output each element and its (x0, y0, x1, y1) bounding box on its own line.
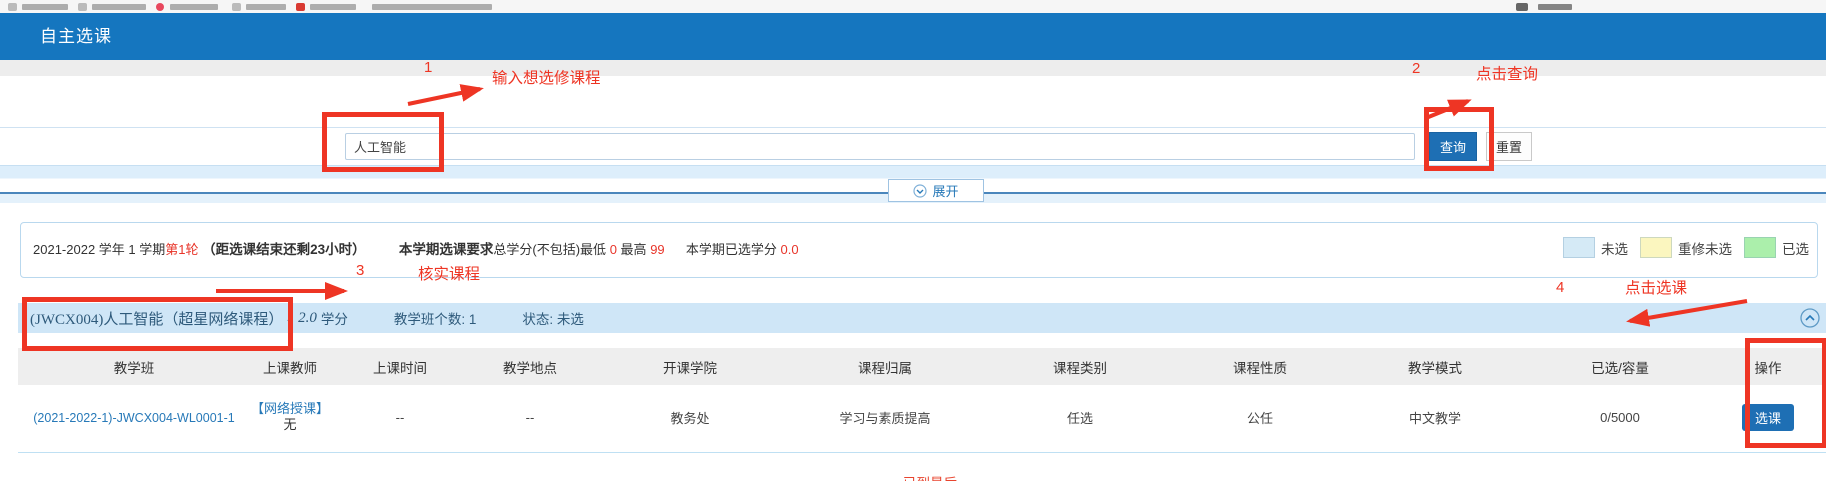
table-bottom-border (18, 452, 1826, 453)
annotation-step1-label: 输入想选修课程 (492, 66, 601, 88)
legend-item-selected: 已选 (1744, 237, 1809, 258)
max-label: 最高 (621, 242, 647, 257)
annotation-step2-label: 点击查询 (1476, 62, 1538, 84)
class-nature: 公任 (1180, 385, 1340, 449)
status-legend: 未选 重修未选 已选 (1563, 237, 1809, 258)
teacher-name: 无 (251, 417, 329, 433)
class-affiliation: 学习与素质提高 (790, 385, 980, 449)
course-credits-unit: 学分 (321, 308, 348, 328)
col-category: 课程类别 (980, 348, 1180, 385)
course-search-input[interactable] (345, 133, 1415, 160)
annotation-step1-number: 1 (424, 59, 432, 76)
requirement-label: 本学期选课要求 (399, 242, 494, 257)
expand-toggle[interactable]: 展开 (888, 179, 984, 202)
table-header-row: 教学班 上课教师 上课时间 教学地点 开课学院 课程归属 课程类别 课程性质 教… (18, 348, 1826, 385)
page-title: 自主选课 (40, 22, 112, 47)
course-selection-page: 自主选课 查询 重置 展开 2021-2022 学年 1 学期第1轮 （距选课结… (0, 0, 1826, 481)
browser-bookmarks-bar (0, 0, 1826, 13)
annotation-step3-number: 3 (356, 262, 364, 279)
bookmark-item[interactable] (22, 4, 68, 10)
semester-info-panel: 2021-2022 学年 1 学期第1轮 （距选课结束还剩23小时） 本学期选课… (20, 222, 1818, 278)
bookmark-item[interactable] (170, 4, 218, 10)
legend-swatch-unselected (1563, 237, 1595, 258)
selected-credits-value: 0.0 (781, 242, 799, 257)
countdown-text: （距选课结束还剩23小时） (202, 242, 366, 257)
min-credits: 0 (610, 242, 617, 257)
class-capacity: 0/5000 (1530, 385, 1710, 449)
class-location: -- (470, 385, 590, 449)
annotation-step2-number: 2 (1412, 60, 1420, 77)
annotation-box-select (1745, 338, 1826, 448)
col-teacher: 上课教师 (250, 348, 330, 385)
col-affiliation: 课程归属 (790, 348, 980, 385)
annotation-box-course (22, 297, 293, 351)
bookmark-item[interactable] (372, 4, 492, 10)
round-text: 第1轮 (165, 242, 198, 257)
annotation-step3-label: 核实课程 (418, 262, 480, 284)
subheader-strip (0, 60, 1826, 76)
requirement-rest: 总学分(不包括)最低 (493, 242, 606, 257)
class-code-link[interactable]: (2021-2022-1)-JWCX004-WL0001-1 (33, 411, 234, 425)
legend-swatch-selected (1744, 237, 1776, 258)
annotation-box-query (1424, 107, 1494, 171)
class-table: 教学班 上课教师 上课时间 教学地点 开课学院 课程归属 课程类别 课程性质 教… (18, 348, 1826, 449)
class-time: -- (330, 385, 470, 449)
bookmark-favicon-dot[interactable] (156, 3, 164, 11)
annotation-step4-number: 4 (1556, 279, 1564, 296)
app-header: 自主选课 (0, 13, 1826, 60)
browser-toolbar-icon[interactable] (1516, 3, 1528, 11)
bookmark-favicon-red[interactable] (296, 3, 305, 11)
browser-toolbar-item[interactable] (1538, 4, 1572, 10)
class-mode: 中文教学 (1340, 385, 1530, 449)
course-credits: 2.0 (298, 310, 317, 327)
bookmark-folder-icon[interactable] (8, 3, 17, 11)
form-top-border (0, 127, 1826, 128)
annotation-step4-label: 点击选课 (1625, 276, 1687, 298)
selected-credits-label: 本学期已选学分 (686, 242, 777, 257)
col-nature: 课程性质 (1180, 348, 1340, 385)
col-capacity: 已选/容量 (1530, 348, 1710, 385)
semester-info-text: 2021-2022 学年 1 学期第1轮 （距选课结束还剩23小时） 本学期选课… (33, 238, 799, 258)
col-mode: 教学模式 (1340, 348, 1530, 385)
col-class: 教学班 (18, 348, 250, 385)
col-college: 开课学院 (590, 348, 790, 385)
legend-swatch-retake (1640, 237, 1672, 258)
legend-item-unselected: 未选 (1563, 237, 1628, 258)
term-text: 2021-2022 学年 1 学期 (33, 242, 165, 257)
col-location: 教学地点 (470, 348, 590, 385)
bookmark-item[interactable] (92, 4, 146, 10)
annotation-box-input (322, 112, 444, 172)
legend-item-retake: 重修未选 (1640, 237, 1732, 258)
collapse-panel-icon[interactable] (1800, 308, 1820, 328)
expand-toggle-label: 展开 (932, 181, 958, 200)
class-count: 教学班个数: 1 (394, 308, 477, 328)
bookmark-item[interactable] (310, 4, 356, 10)
col-time: 上课时间 (330, 348, 470, 385)
form-bottom-strip (0, 165, 1826, 179)
end-of-list-hint: 已到最后 (903, 472, 957, 481)
class-category: 任选 (980, 385, 1180, 449)
arrow-step1 (408, 89, 480, 104)
class-college: 教务处 (590, 385, 790, 449)
bookmark-folder-icon[interactable] (78, 3, 87, 11)
teacher-tag[interactable]: 【网络授课】 (251, 401, 329, 417)
chevron-down-circle-icon (913, 184, 927, 198)
table-row: (2021-2022-1)-JWCX004-WL0001-1 【网络授课】 无 … (18, 385, 1826, 449)
max-credits: 99 (650, 242, 664, 257)
course-status: 状态: 未选 (522, 308, 584, 328)
bookmark-item[interactable] (246, 4, 286, 10)
bookmark-folder-icon[interactable] (232, 3, 241, 11)
